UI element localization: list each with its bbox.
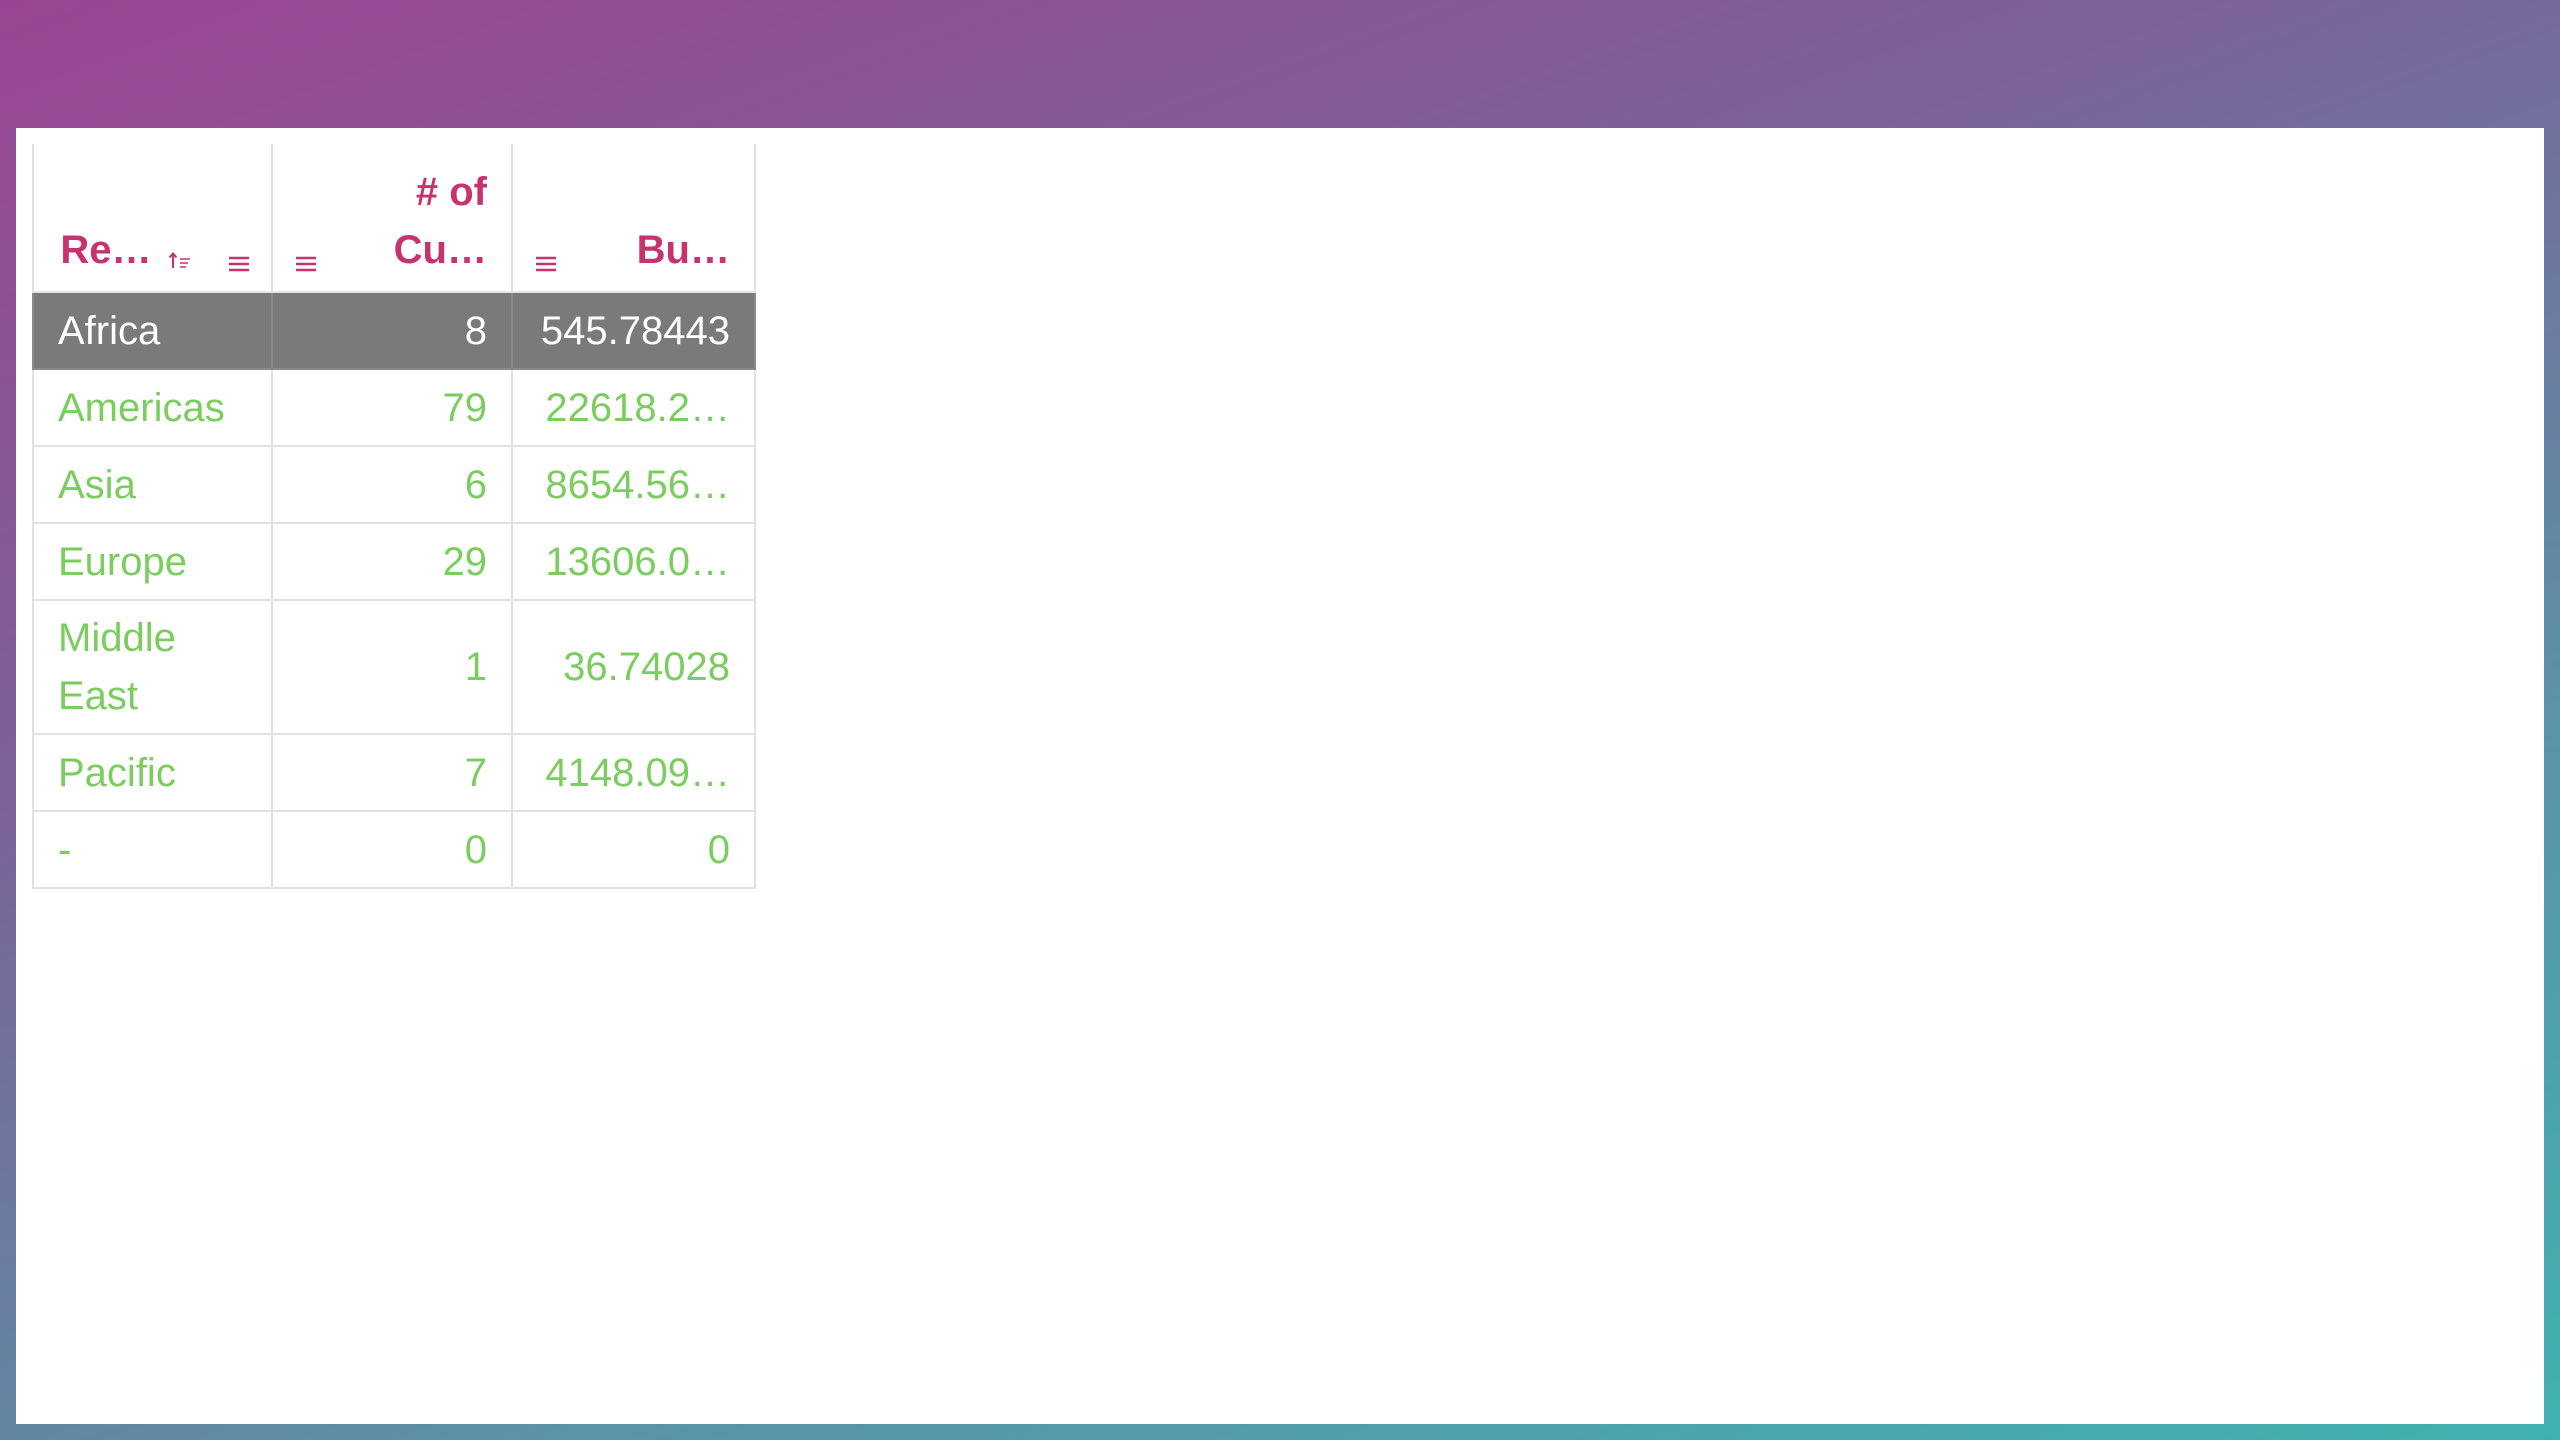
region-cell[interactable]: Africa <box>32 291 273 370</box>
table-row[interactable]: Asia 6 8654.56… <box>32 445 756 524</box>
column-header-label: Re… <box>60 228 152 272</box>
column-header-label-line2: Cu… <box>393 228 487 272</box>
column-header-label-line1: # of <box>415 170 487 214</box>
region-cell[interactable]: Europe <box>32 522 273 601</box>
table-row[interactable]: Europe 29 13606.0… <box>32 522 756 601</box>
value-cell[interactable]: 8654.56… <box>511 445 756 524</box>
region-cell[interactable]: Middle East <box>32 599 273 735</box>
value-cell[interactable]: 545.78443 <box>511 291 756 370</box>
count-cell[interactable]: 79 <box>271 368 513 447</box>
count-cell[interactable]: 1 <box>271 599 513 735</box>
table-row[interactable]: Africa 8 545.78443 <box>32 291 756 370</box>
table-row[interactable]: Pacific 7 4148.09… <box>32 733 756 812</box>
value-cell[interactable]: 0 <box>511 810 756 889</box>
value-cell[interactable]: 22618.2… <box>511 368 756 447</box>
count-cell[interactable]: 0 <box>271 810 513 889</box>
count-cell[interactable]: 7 <box>271 733 513 812</box>
count-cell[interactable]: 6 <box>271 445 513 524</box>
column-header-label: Bu… <box>636 228 730 272</box>
column-header-count[interactable]: # of Cu… <box>271 144 513 293</box>
table-panel: Re… # of Cu… Bu… Africa 8 545.78443 Amer… <box>16 128 2544 1424</box>
value-cell[interactable]: 13606.0… <box>511 522 756 601</box>
column-menu-icon[interactable] <box>535 255 557 273</box>
data-table: Re… # of Cu… Bu… Africa 8 545.78443 Amer… <box>32 144 756 889</box>
column-menu-icon[interactable] <box>295 255 317 273</box>
column-header-value[interactable]: Bu… <box>511 144 756 293</box>
sort-ascending-icon[interactable] <box>168 251 192 269</box>
column-menu-icon[interactable] <box>228 255 250 273</box>
count-cell[interactable]: 29 <box>271 522 513 601</box>
table-row[interactable]: Middle East 1 36.74028 <box>32 599 756 735</box>
column-header-region[interactable]: Re… <box>32 144 273 293</box>
value-cell[interactable]: 36.74028 <box>511 599 756 735</box>
table-row[interactable]: Americas 79 22618.2… <box>32 368 756 447</box>
region-cell[interactable]: Americas <box>32 368 273 447</box>
region-cell[interactable]: Pacific <box>32 733 273 812</box>
region-cell[interactable]: - <box>32 810 273 889</box>
table-row[interactable]: - 0 0 <box>32 810 756 889</box>
region-cell[interactable]: Asia <box>32 445 273 524</box>
header-row: Re… # of Cu… Bu… <box>32 144 756 293</box>
value-cell[interactable]: 4148.09… <box>511 733 756 812</box>
count-cell[interactable]: 8 <box>271 291 513 370</box>
